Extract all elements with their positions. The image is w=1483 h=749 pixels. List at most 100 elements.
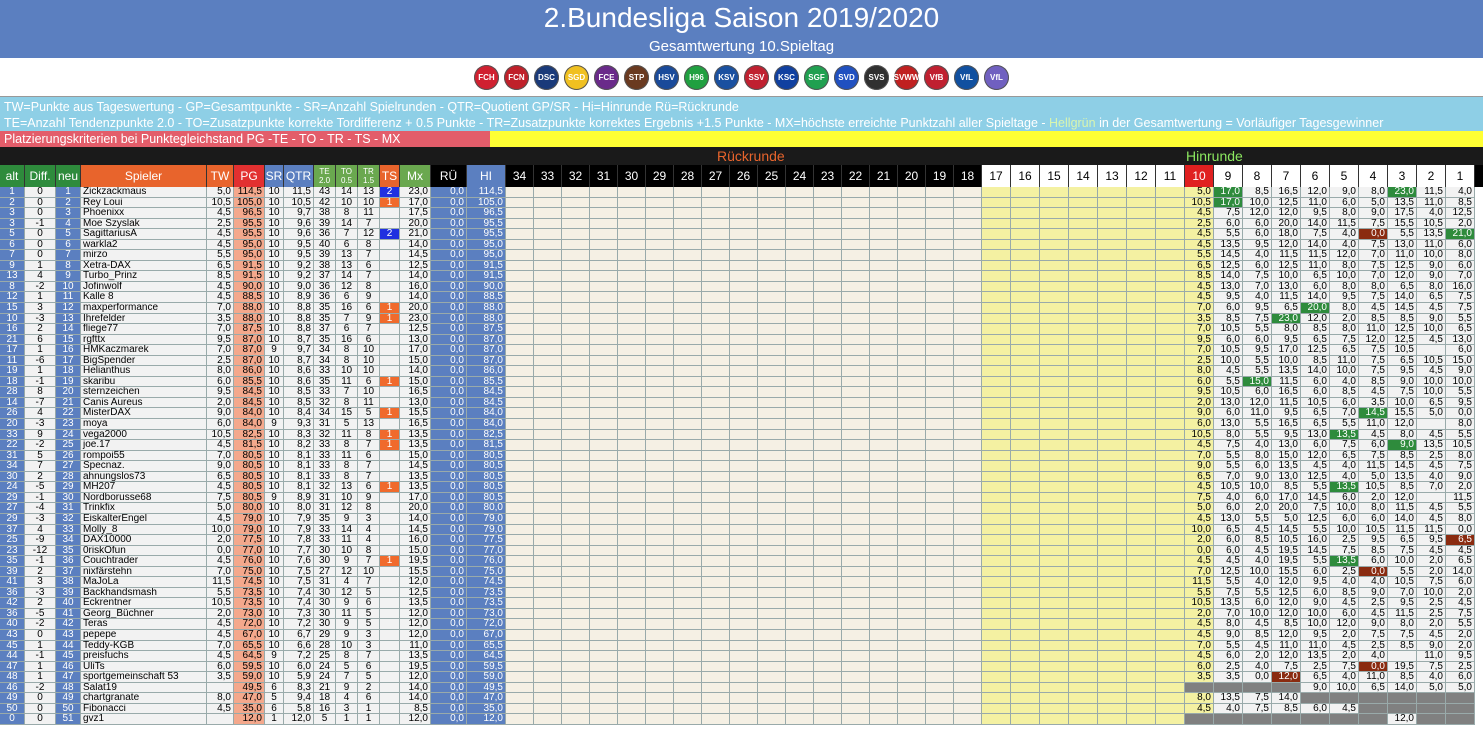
cell-rr [702, 376, 730, 388]
cell-rr [702, 408, 730, 420]
cell-spieler: Turbo_Prinz [81, 271, 207, 282]
cell-hi: 87,0 [467, 355, 506, 367]
cell-tr: 8 [358, 281, 380, 293]
club-logo-icon: SGD [564, 64, 589, 90]
cell-hr-11 [1156, 334, 1185, 346]
cell-tw: 4,5 [207, 229, 234, 240]
cell-hr-15 [1040, 408, 1069, 420]
cell-hr-11 [1156, 397, 1185, 409]
cell-hr-7: 16,5 [1272, 387, 1301, 398]
cell-mx: 12,0 [400, 629, 431, 641]
cell-ts [380, 682, 400, 694]
cell-rr [562, 366, 590, 377]
cell-spieler: Helianthus [81, 366, 207, 377]
cell-qtr: 5,9 [284, 672, 314, 683]
cell-rr [814, 397, 842, 409]
cell-rr [590, 197, 618, 209]
cell-te: 37 [314, 324, 336, 335]
cell-hi: 79,0 [467, 524, 506, 536]
cell-hr-5 [1330, 714, 1359, 725]
cell-pg: 88,0 [234, 303, 265, 314]
cell-rr [618, 450, 646, 462]
cell-qtr: 8,3 [284, 682, 314, 694]
cell-rr [590, 640, 618, 652]
cell-rr [534, 703, 562, 715]
cell-qtr: 7,9 [284, 524, 314, 536]
cell-rr [814, 303, 842, 314]
cell-hr-15 [1040, 355, 1069, 367]
cell-diff: -1 [25, 651, 56, 662]
cell-ru: 0,0 [431, 260, 467, 272]
cell-rr [758, 524, 786, 536]
cell-te: 39 [314, 250, 336, 261]
cell-hi: 79,0 [467, 513, 506, 525]
cell-te: 30 [314, 545, 336, 557]
cell-rr [730, 640, 758, 652]
cell-hr-5: 7,5 [1330, 334, 1359, 346]
cell-alt: 30 [0, 471, 25, 483]
cell-hr-4: 2,5 [1359, 640, 1388, 652]
cell-rr [786, 271, 814, 282]
cell-hr-1 [1446, 703, 1475, 715]
cell-diff: 1 [25, 366, 56, 377]
cell-rr [702, 429, 730, 441]
cell-alt: 18 [0, 376, 25, 388]
cell-rr [674, 292, 702, 304]
cell-hr-5: 4,0 [1330, 239, 1359, 251]
cell-rr [646, 471, 674, 483]
cell-sr: 10 [265, 556, 284, 567]
cell-qtr: 7,4 [284, 587, 314, 599]
cell-mx: 20,0 [400, 218, 431, 230]
cell-rr [506, 366, 534, 377]
cell-hi: 85,5 [467, 376, 506, 388]
table-row: 30 2 28 ahnungslos73 6,5 80,5 10 8,1 33 8 7 13,5 0,0… [0, 471, 1483, 483]
cell-te: 31 [314, 492, 336, 504]
cell-rr [898, 292, 926, 304]
cell-rr [702, 461, 730, 472]
cell-hr-11 [1156, 239, 1185, 251]
cell-hr-17 [982, 693, 1011, 704]
cell-te: 33 [314, 535, 336, 546]
cell-hr-13 [1098, 513, 1127, 525]
cell-rr [674, 640, 702, 652]
cell-neu: 43 [56, 629, 81, 641]
cell-hr-14 [1069, 545, 1098, 557]
cell-hr-6: 10,5 [1301, 397, 1330, 409]
cell-rr [674, 187, 702, 198]
cell-te: 33 [314, 524, 336, 536]
cell-rr [898, 461, 926, 472]
cell-hr-12 [1127, 693, 1156, 704]
cell-tr: 6 [358, 693, 380, 704]
cell-neu: 42 [56, 619, 81, 630]
cell-hr-7: 5,0 [1272, 513, 1301, 525]
cell-rr [730, 229, 758, 240]
cell-rr [618, 419, 646, 430]
cell-rr [814, 566, 842, 578]
cell-spieler: joe.17 [81, 440, 207, 451]
cell-te: 33 [314, 440, 336, 451]
cell-hr-7: 13,0 [1272, 440, 1301, 451]
cell-rr [534, 387, 562, 398]
cell-to: 8 [336, 440, 358, 451]
cell-pg: 73,0 [234, 608, 265, 620]
cell-rr [506, 577, 534, 588]
cell-rr [618, 355, 646, 367]
cell-qtr: 8,5 [284, 397, 314, 409]
cell-rr [618, 197, 646, 209]
cell-rr [506, 471, 534, 483]
cell-hr-13 [1098, 535, 1127, 546]
cell-hr-6: 13,0 [1301, 429, 1330, 441]
cell-hr-13 [1098, 292, 1127, 304]
cell-pg: 80,5 [234, 471, 265, 483]
cell-hr-10: 4,5 [1185, 629, 1214, 641]
cell-hr-11 [1156, 524, 1185, 536]
cell-hr-9: 7,0 [1214, 471, 1243, 483]
cell-hr-11 [1156, 482, 1185, 493]
cell-qtr: 9,7 [284, 345, 314, 356]
cell-hr-8: 9,0 [1243, 471, 1272, 483]
cell-hr-14 [1069, 714, 1098, 725]
cell-hr-1: 12,5 [1446, 208, 1475, 219]
col-mx: Mx [400, 165, 431, 187]
cell-tw: 4,5 [207, 513, 234, 525]
cell-hr-1: 5,5 [1446, 387, 1475, 398]
